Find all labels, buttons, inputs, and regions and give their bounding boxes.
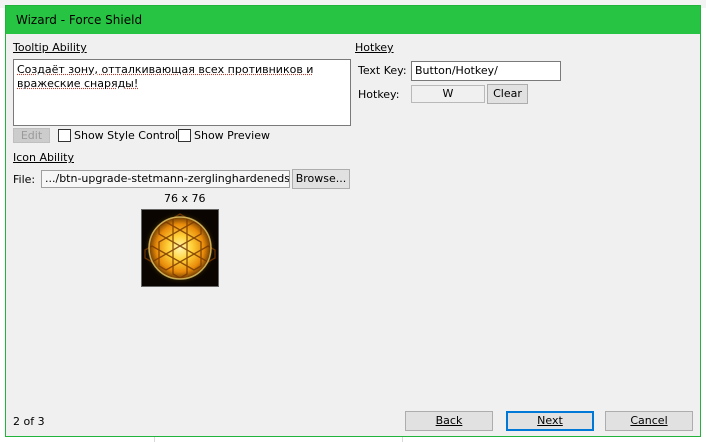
icon-preview [141,209,219,287]
show-preview-checkbox[interactable] [178,129,191,142]
browse-button[interactable]: Browse... [292,169,350,189]
text-key-label: Text Key: [358,64,407,77]
hexagon-shield-icon [142,210,218,286]
tooltip-text-area[interactable]: Создаёт зону, отталкивающая всех противн… [13,59,351,126]
next-button-label: Next [537,414,563,427]
file-label: File: [13,173,36,186]
hotkey-label: Hotkey: [358,88,400,101]
icon-size-label: 76 x 76 [164,192,206,205]
edit-button[interactable]: Edit [13,128,50,143]
icon-section-label: Icon Ability [13,151,74,164]
back-button[interactable]: Back [405,411,493,431]
show-style-controls-checkbox[interactable] [58,129,71,142]
tooltip-section-label: Tooltip Ability [13,41,87,54]
hotkey-value-field[interactable]: W [411,85,485,103]
page-indicator: 2 of 3 [13,415,45,428]
text-key-input[interactable]: Button/Hotkey/ [411,61,561,81]
wizard-window: Wizard - Force Shield Tooltip Ability Со… [5,5,701,437]
window-title: Wizard - Force Shield [16,13,143,27]
back-button-label: Back [435,414,463,427]
cancel-button[interactable]: Cancel [605,411,693,431]
hotkey-section-label: Hotkey [355,41,394,54]
next-button[interactable]: Next [506,411,594,431]
clear-button[interactable]: Clear [487,84,528,104]
window-titlebar[interactable]: Wizard - Force Shield [6,6,700,34]
show-style-controls-label: Show Style Controls [74,129,184,142]
icon-file-field[interactable]: .../btn-upgrade-stetmann-zerglinghardene… [41,170,290,188]
cancel-button-label: Cancel [630,414,668,427]
tooltip-text: Создаёт зону, отталкивающая всех противн… [17,63,314,90]
show-preview-label: Show Preview [194,129,270,142]
